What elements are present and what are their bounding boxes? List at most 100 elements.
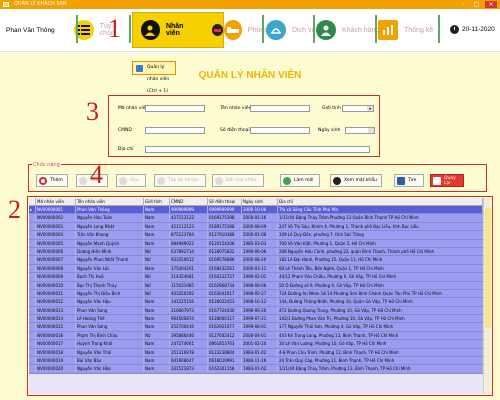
close-button[interactable]: ✕ (485, 1, 497, 8)
row-selector[interactable] (29, 315, 36, 323)
table-row[interactable]: NV00000016 Phạm Thị Bình Châu Nữ 395886446 0… (29, 331, 483, 341)
row-selector[interactable] (29, 239, 36, 247)
column-header[interactable]: Địa chỉ (278, 198, 483, 205)
row-selector[interactable] (29, 264, 36, 273)
nav-dich-vu[interactable]: Dịch vụ (266, 12, 318, 48)
scroll-thumb[interactable] (485, 208, 491, 328)
table-row[interactable]: NV00000015 Phan Văn Sáng Nam 252700416 01629… (29, 323, 483, 332)
table-cell: 964560874 (170, 315, 208, 323)
column-header[interactable]: CMND (170, 198, 208, 205)
table-row[interactable]: NV00000004 Trần Văn Khang Nam 875123784 0127… (29, 231, 483, 240)
delete-button[interactable]: Xóa (116, 174, 146, 187)
row-selector[interactable]: ▸ (29, 206, 36, 214)
ma-nhan-vien-input[interactable] (145, 105, 205, 112)
nav-label: Nhân viên (165, 23, 184, 37)
table-cell: 1998-06-20 (242, 306, 278, 315)
refresh-button[interactable]: Làm mới (280, 174, 320, 187)
minimize-button[interactable]: – (459, 1, 468, 8)
chevron-down-icon[interactable]: ▾ (367, 106, 373, 111)
back-button[interactable]: Quay Lại (430, 174, 464, 187)
column-header[interactable]: Giới tính (144, 198, 170, 205)
table-cell: 641908647 (170, 357, 208, 365)
ten-nhan-vien-input[interactable] (250, 105, 310, 112)
row-selector[interactable] (29, 214, 36, 222)
table-cell: 933350612 (170, 256, 208, 264)
table-row[interactable]: NV00000008 Nguyễn Văn Lộc Nam 375404201 0168… (29, 264, 483, 274)
table-cell: 252700416 (170, 323, 208, 331)
table-row[interactable]: NV00000018 Nguyễn Văn Thái Nam 351316978 012… (29, 348, 483, 358)
row-selector[interactable] (29, 222, 36, 231)
table-cell: Nam (144, 264, 170, 273)
column-header[interactable]: Tên nhân viên (76, 198, 144, 205)
create-account-button[interactable]: Tạo tài khoản (154, 174, 206, 187)
calendar-icon[interactable] (368, 128, 374, 133)
table-cell: 0189175398 (208, 222, 242, 231)
nav-nhan-vien[interactable]: Nhân viên (132, 12, 224, 48)
table-cell: Nam (144, 231, 170, 239)
table-row[interactable]: NV00000014 Lê Hoàng Thế Nam 964560874 012800… (29, 315, 483, 324)
window-controls: – □ ✕ (459, 1, 497, 8)
table-row[interactable]: NV00000006 Dương Hiền Minh Nữ 637892714 0128… (29, 247, 483, 257)
table-cell: 700 Võ Văn Kiệt, Phường 1, Quận 5, Hồ Ch… (278, 239, 483, 247)
table-cell: 1985-03-03 (242, 239, 278, 247)
maximize-button[interactable]: □ (472, 1, 481, 8)
table-row[interactable]: NV00000005 Nguyễn Mạnh Quỳnh Nam 684989022 0… (29, 239, 483, 248)
user-name: Phan Văn Thông (6, 27, 55, 34)
table-cell: 0128022453 (208, 298, 242, 306)
dia-chi-input[interactable] (145, 146, 370, 153)
row-selector[interactable] (29, 340, 36, 348)
column-header[interactable]: Ngày sinh (242, 198, 278, 205)
row-selector[interactable] (29, 365, 36, 373)
table-row[interactable]: NV00000011 Nguyễn Thị Diệu Bích Nữ 40335029… (29, 289, 483, 299)
nav-thong-ke[interactable]: Thống kê (378, 12, 438, 48)
row-selector[interactable] (29, 306, 36, 315)
add-button[interactable]: Thêm (36, 174, 68, 187)
row-selector[interactable] (29, 231, 36, 239)
row-selector[interactable] (29, 289, 36, 298)
table-cell: NV00000011 (36, 289, 76, 298)
row-selector[interactable] (29, 323, 36, 331)
employee-table[interactable]: Mã nhân viên Tên nhân viên Giới tính CMN… (29, 198, 483, 394)
table-row[interactable]: NV00000003 Nguyễn Long Nhật Nam 421112123 01… (29, 222, 483, 232)
cmnd-input[interactable] (145, 127, 205, 134)
nav-khach-hang[interactable]: Khách hàng (316, 12, 380, 48)
table-scrollbar[interactable] (483, 198, 491, 394)
column-header[interactable]: Mã nhân viên (36, 198, 76, 205)
row-selector[interactable] (29, 273, 36, 281)
row-selector[interactable] (29, 348, 36, 357)
table-cell: 4-8 Phan Chu Trinh, Phường 12, Bình Thạn… (278, 348, 483, 357)
table-row[interactable]: NV00000020 Nguyễn Văn Hòa Nam 331521873 0162… (29, 365, 483, 374)
row-selector[interactable] (29, 281, 36, 289)
table-cell: 1999-07-21 (242, 315, 278, 323)
ngay-sinh-picker[interactable] (345, 127, 375, 134)
table-cell: 44/12 Phạm Văn Chiêu, Phường 9, Gò Vấp, … (278, 273, 483, 281)
table-row[interactable]: NV00000009 Bạch Thị Huệ Nữ 214354681 0164122… (29, 273, 483, 282)
table-cell: 1998-05-27 (242, 289, 278, 298)
table-row[interactable]: NV00000002 Nguyễn Hữu Tuấn Nam 427113122 016… (29, 214, 483, 223)
gioi-tinh-select[interactable]: ▾ (342, 105, 374, 112)
search-button[interactable]: Tìm (394, 174, 424, 187)
table-cell: 1983-01-02 (242, 348, 278, 357)
change-password-button[interactable]: Đổi mật khẩu (212, 174, 264, 187)
table-row[interactable]: NV00000007 Nguyễn Phan Nhất Thanh Nữ 933350… (29, 256, 483, 265)
row-selector[interactable] (29, 331, 36, 340)
app-icon (3, 2, 9, 7)
table-row[interactable]: NV00000010 Bạc Thị Thanh Thủy Nữ 115031985 0… (29, 281, 483, 290)
row-selector[interactable] (29, 256, 36, 264)
table-row[interactable]: ▸ NV00000001 Phan Văn Thông Nam 999999999 099… (29, 206, 483, 215)
nav-divider (76, 15, 78, 43)
toggle-icon[interactable] (211, 24, 223, 36)
label-so-dien-thoai: Số điện thoại (220, 128, 250, 133)
show-password-button[interactable]: Xem mật khẩu (330, 174, 382, 187)
so-dien-thoai-input[interactable] (250, 127, 310, 134)
table-row[interactable]: NV00000017 Huỳnh Trọng Khởi Nam 247274661 08… (29, 340, 483, 349)
table-row[interactable]: NV00000019 Bùi Văn Bảo Nam 641908647 0618010… (29, 357, 483, 366)
row-selector[interactable] (29, 298, 36, 306)
row-selector[interactable] (29, 357, 36, 365)
table-row[interactable]: NV00000012 Nguyễn Văn Hậu Nam 141225156 0128… (29, 298, 483, 307)
row-selector[interactable] (29, 247, 36, 256)
column-header[interactable]: Số điện thoại (208, 198, 242, 205)
table-row[interactable]: NV00000013 Phan Văn Sang Nam 216667973 01677… (29, 306, 483, 316)
table-cell: 0123238804 (208, 348, 242, 357)
nav-label: Phòng (247, 26, 268, 34)
